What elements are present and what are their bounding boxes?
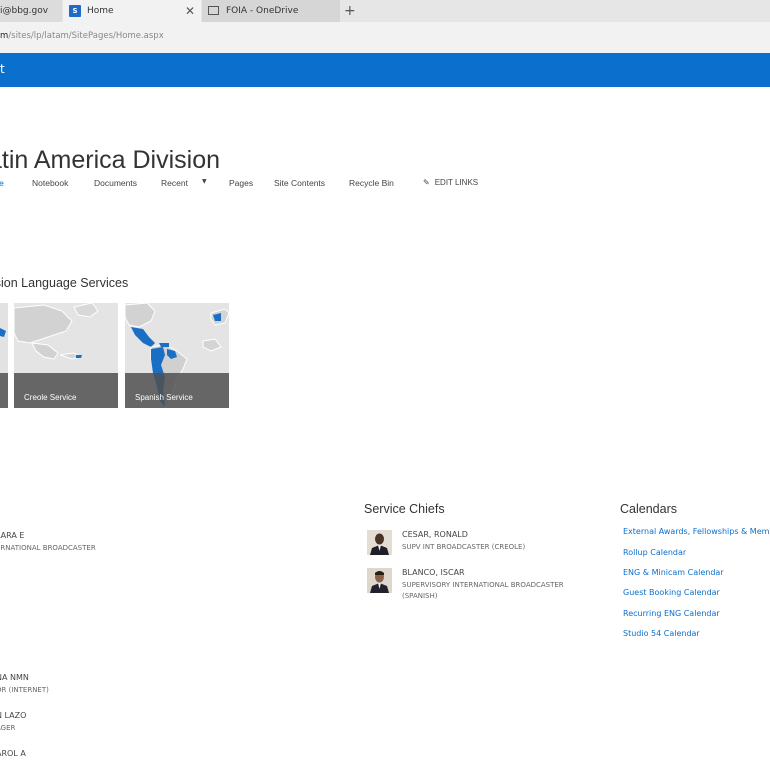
address-bar[interactable]: m/sites/lp/latam/SitePages/Home.aspx [0,22,770,53]
tab-title: i@bbg.gov [0,6,49,16]
nav-recycle-bin[interactable]: Recycle Bin [349,178,394,188]
language-services-title: ision Language Services [0,276,129,290]
url-text: m/sites/lp/latam/SitePages/Home.aspx [0,31,164,41]
nav-pages[interactable]: Pages [229,178,253,188]
tab-email[interactable]: i@bbg.gov [0,0,62,22]
close-icon[interactable]: ✕ [185,0,195,22]
calendar-link[interactable]: Rollup Calendar [623,548,686,557]
suite-bar: t [0,53,770,87]
person-name[interactable]: N LAZO [0,711,26,720]
nav-recent[interactable]: Recent [161,178,188,188]
avatar[interactable] [367,530,392,555]
nav-site-contents[interactable]: Site Contents [274,178,325,188]
calendar-link[interactable]: Recurring ENG Calendar [623,609,720,618]
calendar-link[interactable]: External Awards, Fellowships & Meml [623,527,770,536]
avatar[interactable] [367,568,392,593]
person-title: ERNATIONAL BROADCASTER [0,544,96,552]
person-name[interactable]: AROL A [0,749,26,758]
nav-documents[interactable]: Documents [94,178,137,188]
edit-links-button[interactable]: ✎ EDIT LINKS [423,178,478,187]
person-name[interactable]: CESAR, RONALD [402,530,468,539]
person-name[interactable]: NA NMN [0,673,29,682]
browser-tab-bar: i@bbg.gov S Home ✕ FOIA - OneDrive + [0,0,770,22]
nav-home[interactable]: me [0,178,4,188]
tile-caption [14,373,118,408]
person-title: OR (INTERNET) [0,686,49,694]
calendar-link[interactable]: ENG & Minicam Calendar [623,568,724,577]
service-chiefs-title: Service Chiefs [364,502,445,516]
person-title: AGER [0,724,16,732]
language-tile-spanish[interactable]: Spanish Service [125,303,229,408]
page-icon [208,6,219,15]
tile-caption [0,373,8,408]
tile-caption [125,373,229,408]
tab-foia-onedrive[interactable]: FOIA - OneDrive [202,0,340,22]
person-title: SUPERVISORY INTERNATIONAL BROADCASTER (S… [402,581,564,600]
tile-label: Spanish Service [135,393,193,402]
calendar-link[interactable]: Studio 54 Calendar [623,629,700,638]
pencil-icon: ✎ [423,178,430,187]
new-tab-button[interactable]: + [344,0,356,22]
caret-down-icon[interactable]: ▼ [202,178,207,185]
tile-label: Creole Service [24,393,77,402]
person-name[interactable]: LARA E [0,531,24,540]
nav-notebook[interactable]: Notebook [32,178,68,188]
person-title: SUPV INT BROADCASTER (CREOLE) [402,543,526,551]
tab-title: FOIA - OneDrive [226,6,299,16]
language-tile-creole[interactable]: Creole Service [14,303,118,408]
tab-title: Home [87,6,114,16]
calendars-title: Calendars [620,502,677,516]
sharepoint-icon: S [69,5,81,17]
site-title[interactable]: atin America Division [0,146,220,175]
language-tile-partial[interactable] [0,303,8,408]
person-name[interactable]: BLANCO, ISCAR [402,568,465,577]
suite-bar-title[interactable]: t [0,62,5,76]
tab-home[interactable]: S Home ✕ [63,0,201,22]
calendar-link[interactable]: Guest Booking Calendar [623,588,720,597]
